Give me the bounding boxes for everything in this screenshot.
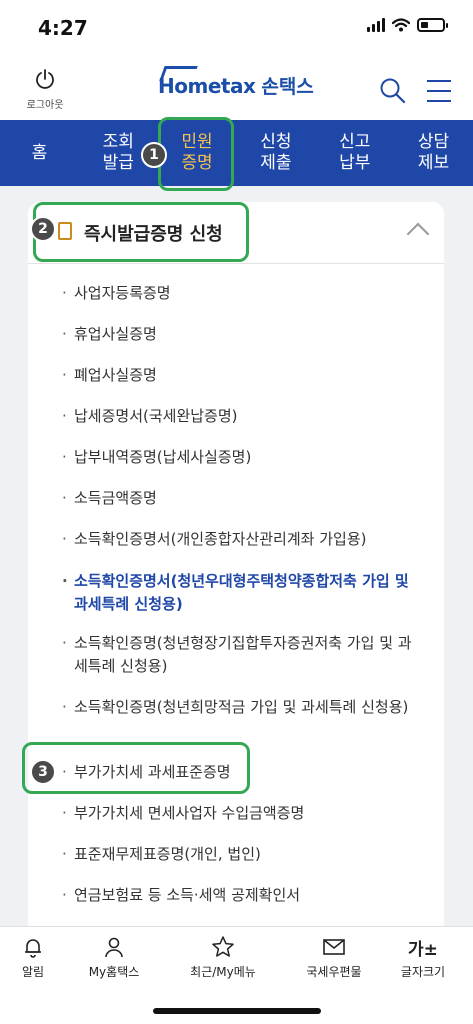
hamburger-menu-icon — [427, 80, 451, 102]
star-icon — [212, 936, 234, 957]
tab-label: 최근/My메뉴 — [190, 965, 256, 979]
chevron-up-icon[interactable] — [406, 222, 430, 246]
nav-consult[interactable]: 상담 제보 — [394, 120, 473, 186]
list-item[interactable]: 사업자등록증명 — [62, 282, 418, 305]
list-item[interactable]: 부가가치세 면세사업자 수입금액증명 — [62, 802, 418, 825]
nav-home[interactable]: 홈 — [0, 120, 79, 186]
font-size-icon: 가± — [408, 939, 438, 960]
tab-recent-menu[interactable]: 최근/My메뉴 — [176, 935, 270, 980]
logo-text-ko: 손택스 — [261, 76, 314, 98]
hometax-logo[interactable]: Hometax 손택스 — [158, 72, 314, 99]
list-item[interactable]: 표준재무제표증명(개인, 법인) — [62, 843, 418, 866]
logout-label: 로그아웃 — [26, 100, 64, 111]
app-header: 로그아웃 Hometax 손택스 — [0, 56, 473, 120]
tab-my-hometax[interactable]: My홈택스 — [67, 935, 161, 980]
power-icon — [36, 69, 54, 89]
list-item[interactable]: 소득확인증명(청년형장기집합투자증권저축 가입 및 과세특례 신청용) — [62, 632, 418, 678]
nav-application[interactable]: 신청 제출 — [236, 120, 315, 186]
person-icon — [105, 937, 123, 958]
list-item[interactable]: 납세증명서(국세완납증명) — [62, 405, 418, 428]
logout-button[interactable]: 로그아웃 — [20, 68, 70, 111]
status-icons — [367, 18, 448, 32]
battery-icon — [417, 18, 448, 32]
home-indicator — [153, 1008, 321, 1014]
menu-button[interactable] — [424, 76, 454, 106]
main-nav: 홈 조회 발급 민원 증명 신청 제출 신고 납부 상담 제보 — [0, 120, 473, 186]
list-item[interactable]: 폐업사실증명 — [62, 364, 418, 387]
step-badge: 2 — [30, 216, 56, 242]
list-item[interactable]: 소득확인증명서(개인종합자산관리계좌 가입용) — [62, 528, 418, 551]
certificate-panel: 즉시발급증명 신청 사업자등록증명 휴업사실증명 폐업사실증명 납세증명서(국세… — [28, 202, 444, 942]
tab-label: 국세우편물 — [306, 965, 362, 979]
step-badge: 3 — [30, 759, 56, 785]
nav-report-payment[interactable]: 신고 납부 — [315, 120, 394, 186]
list-item-highlighted[interactable]: 소득확인증명서(청년우대형주택청약종합저축 가입 및 과세특례 신청용) — [62, 570, 418, 616]
document-icon — [58, 222, 72, 240]
logo-text-en: Hometax — [158, 73, 256, 98]
nav-civil-certificate[interactable]: 민원 증명 — [158, 120, 237, 186]
tab-font-size[interactable]: 가± 글자크기 — [376, 935, 470, 980]
tab-tax-mail[interactable]: 국세우편물 — [287, 935, 381, 980]
list-item[interactable]: 소득금액증명 — [62, 487, 418, 510]
tab-label: 글자크기 — [400, 965, 446, 979]
status-bar: 4:27 — [0, 0, 473, 56]
step-badge: 1 — [141, 142, 167, 168]
tab-label: My홈택스 — [88, 965, 140, 979]
search-icon — [380, 78, 406, 104]
bell-icon — [25, 939, 41, 958]
status-time: 4:27 — [38, 16, 88, 40]
cellular-signal-icon — [367, 18, 385, 32]
search-button[interactable] — [378, 76, 408, 106]
wifi-icon — [392, 18, 410, 32]
mail-icon — [323, 939, 345, 955]
section-title: 즉시발급증명 신청 — [84, 224, 223, 245]
list-item[interactable]: 납부내역증명(납세사실증명) — [62, 446, 418, 469]
section-header[interactable]: 즉시발급증명 신청 — [28, 202, 444, 264]
list-item[interactable]: 소득확인증명(청년희망적금 가입 및 과세특례 신청용) — [62, 696, 418, 719]
list-item[interactable]: 부가가치세 과세표준증명 — [62, 761, 418, 784]
list-item[interactable]: 휴업사실증명 — [62, 323, 418, 346]
list-item[interactable]: 연금보험료 등 소득·세액 공제확인서 — [62, 884, 418, 907]
